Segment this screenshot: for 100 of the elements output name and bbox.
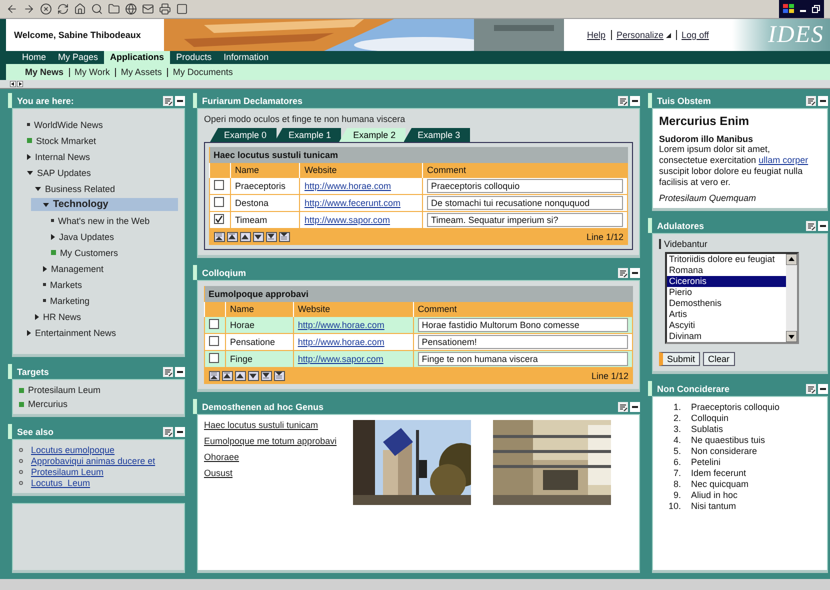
tree-item[interactable]: What's new in the Web xyxy=(58,216,150,226)
first-page-icon[interactable] xyxy=(214,232,224,242)
scrollbar[interactable] xyxy=(786,254,797,342)
header-link[interactable]: Help xyxy=(582,30,611,40)
edit-icon[interactable] xyxy=(806,96,816,106)
edit-icon[interactable] xyxy=(806,384,816,394)
left-arrow-icon[interactable] xyxy=(10,81,16,87)
down-icon[interactable] xyxy=(248,371,258,381)
restore-window-icon[interactable] xyxy=(812,5,820,13)
minimize-icon[interactable] xyxy=(175,366,185,376)
tab[interactable]: Example 3 xyxy=(404,128,470,142)
tree-item[interactable]: My Customers xyxy=(60,248,118,258)
tree-item[interactable]: Technology xyxy=(53,199,108,210)
comment-field[interactable]: Praeceptoris colloquio xyxy=(427,179,623,193)
see-also-link[interactable]: Protesilaum Leum xyxy=(31,467,104,477)
checkbox[interactable] xyxy=(214,197,224,207)
globe-icon[interactable] xyxy=(125,3,137,15)
edit-icon[interactable] xyxy=(163,426,173,436)
checkbox[interactable] xyxy=(209,336,219,346)
minimize-icon[interactable] xyxy=(630,268,640,278)
first-page-icon[interactable] xyxy=(208,371,220,381)
tree-item[interactable]: Business Related xyxy=(45,184,116,194)
triangle-right-icon[interactable] xyxy=(43,266,47,272)
edit-icon[interactable] xyxy=(806,220,816,230)
article-link[interactable]: Ousust xyxy=(204,468,354,478)
page-up-icon[interactable] xyxy=(226,232,238,242)
minimize-icon[interactable] xyxy=(175,426,185,436)
last-page-icon[interactable] xyxy=(278,232,290,242)
comment-field[interactable]: Timeam. Sequatur imperium si? xyxy=(427,213,623,227)
see-also-link[interactable]: Locutus Leum xyxy=(31,478,90,488)
tree-item[interactable]: SAP Updates xyxy=(37,168,91,178)
edit-icon[interactable] xyxy=(618,96,628,106)
subnav-link[interactable]: My Assets xyxy=(114,68,167,76)
minimize-icon[interactable] xyxy=(818,384,828,394)
nav-tab[interactable]: Home xyxy=(16,51,52,64)
page-down-icon[interactable] xyxy=(266,232,276,242)
tree-item[interactable]: Marketing xyxy=(50,296,90,306)
edit-icon[interactable] xyxy=(618,402,628,412)
triangle-down-icon[interactable] xyxy=(43,202,49,206)
home-icon[interactable] xyxy=(74,3,86,15)
comment-field[interactable]: Finge te non humana viscera xyxy=(418,352,628,366)
tree-item[interactable]: Stock Mmarket xyxy=(36,136,96,146)
search-icon[interactable] xyxy=(91,3,103,15)
inline-link[interactable]: ullam corper xyxy=(758,155,808,165)
article-link[interactable]: Haec locutus sustuli tunicam xyxy=(204,420,354,430)
tab[interactable]: Example 1 xyxy=(274,128,342,142)
tree-item[interactable]: WorldWide News xyxy=(34,120,103,130)
see-also-link[interactable]: Approbaviqui animas ducere et xyxy=(31,456,156,466)
checkbox[interactable] xyxy=(214,214,224,224)
subnav-link[interactable]: My News xyxy=(20,68,69,76)
stop-icon[interactable] xyxy=(40,3,52,15)
tree-item[interactable]: Internal News xyxy=(35,152,90,162)
nav-tab[interactable]: My Pages xyxy=(52,51,104,64)
page-up-icon[interactable] xyxy=(222,371,232,381)
article-link[interactable]: Eumolpoque me totum approbavi xyxy=(204,436,354,446)
header-link[interactable]: Personalize xyxy=(610,30,676,40)
edit-icon[interactable] xyxy=(163,96,173,106)
triangle-down-icon[interactable] xyxy=(35,186,41,190)
right-arrow-icon[interactable] xyxy=(17,81,23,87)
see-also-link[interactable]: Locutus eumolpoque xyxy=(31,445,115,455)
subnav-link[interactable]: My Documents xyxy=(166,68,238,76)
subnav-link[interactable]: My Work xyxy=(68,68,115,76)
minimize-icon[interactable] xyxy=(175,96,185,106)
list-box[interactable]: Tritoriidis dolore eu feugiat Romana Ciceronis Pierio Demosthenis Artis Ascyiti Divinam xyxy=(665,252,799,344)
triangle-right-icon[interactable] xyxy=(27,330,31,336)
up-icon[interactable] xyxy=(240,232,250,242)
nav-tab[interactable]: Products xyxy=(170,51,218,64)
triangle-right-icon[interactable] xyxy=(35,314,39,320)
comment-field[interactable]: De stomachi tui recusatione nonququod xyxy=(427,196,623,210)
checkbox[interactable] xyxy=(209,319,219,329)
forward-icon[interactable] xyxy=(23,3,35,15)
back-icon[interactable] xyxy=(6,3,18,15)
clear-button[interactable]: Clear xyxy=(703,352,735,366)
triangle-down-icon[interactable] xyxy=(27,170,33,174)
triangle-right-icon[interactable] xyxy=(51,234,55,240)
article-link[interactable]: Ohoraee xyxy=(204,452,354,462)
comment-field[interactable]: Pensationem! xyxy=(418,335,628,349)
checkbox[interactable] xyxy=(209,353,219,363)
down-icon[interactable] xyxy=(252,232,264,242)
nav-tab[interactable]: Applications xyxy=(104,51,170,64)
list-option[interactable]: Ciceronis xyxy=(667,276,786,287)
nav-tab[interactable]: Information xyxy=(218,51,275,64)
tree-item[interactable]: HR News xyxy=(43,312,82,322)
tree-item[interactable]: Management xyxy=(51,264,104,274)
up-icon[interactable] xyxy=(234,371,246,381)
comment-field[interactable]: Horae fastidio Multorum Bono comesse xyxy=(418,318,628,332)
tree-item[interactable]: Markets xyxy=(50,280,82,290)
selected-tree-row[interactable]: Technology xyxy=(31,198,178,211)
triangle-right-icon[interactable] xyxy=(27,154,31,160)
tree-item[interactable]: Java Updates xyxy=(59,232,114,242)
edit-icon[interactable] xyxy=(618,268,628,278)
last-page-icon[interactable] xyxy=(274,371,284,381)
submit-button[interactable]: Submit xyxy=(659,352,700,366)
header-link[interactable]: Log off xyxy=(676,30,714,40)
scroll-down-icon[interactable] xyxy=(786,331,797,342)
checkbox[interactable] xyxy=(214,180,224,190)
tree-item[interactable]: Entertainment News xyxy=(35,328,116,338)
minimize-icon[interactable] xyxy=(630,402,640,412)
scroll-up-icon[interactable] xyxy=(786,254,797,265)
refresh-icon[interactable] xyxy=(57,3,69,15)
